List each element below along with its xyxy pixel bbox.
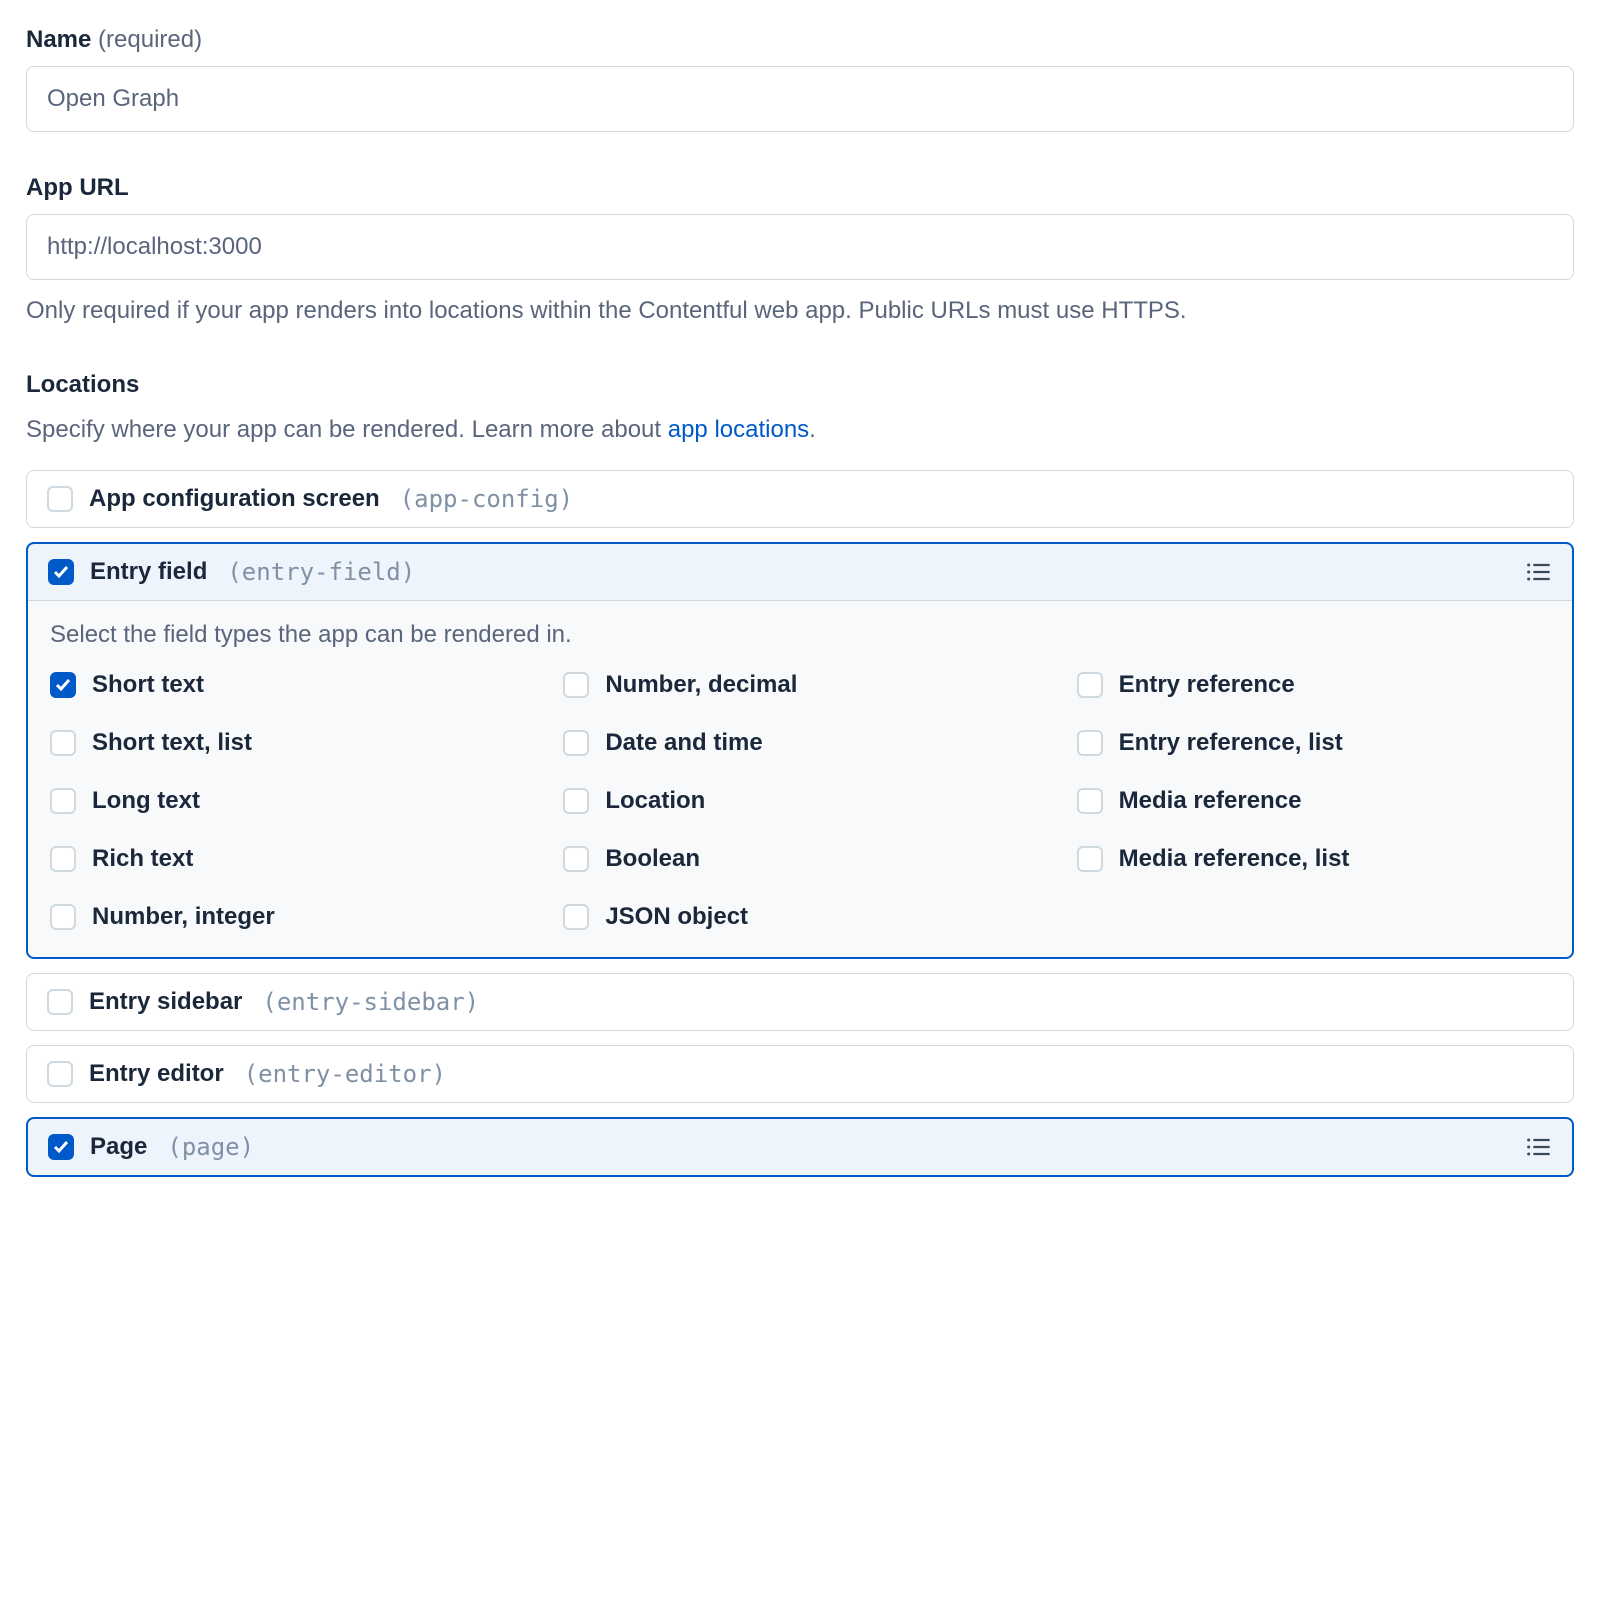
location-card-entry-sidebar: Entry sidebar (entry-sidebar)	[26, 973, 1574, 1031]
field-type-label: Number, decimal	[605, 671, 797, 699]
field-type-label: Boolean	[605, 845, 700, 873]
field-type-checkbox[interactable]	[50, 846, 76, 872]
location-id: (entry-sidebar)	[262, 988, 479, 1016]
list-icon	[1524, 558, 1552, 586]
field-option[interactable]: Entry reference, list	[1077, 729, 1550, 757]
field-option[interactable]: Boolean	[563, 845, 1036, 873]
field-type-label: JSON object	[605, 903, 748, 931]
field-types-grid: Short text Number, decimal Entry referen…	[50, 671, 1550, 931]
name-field-group: Name (required)	[26, 26, 1574, 132]
field-type-checkbox[interactable]	[50, 730, 76, 756]
location-head[interactable]: Entry field (entry-field)	[28, 544, 1572, 600]
locations-help-prefix: Specify where your app can be rendered. …	[26, 416, 668, 443]
app-locations-link[interactable]: app locations	[668, 416, 809, 443]
field-option[interactable]: Number, integer	[50, 903, 523, 931]
field-option[interactable]: Long text	[50, 787, 523, 815]
location-head[interactable]: Entry sidebar (entry-sidebar)	[27, 974, 1573, 1030]
field-types-help: Select the field types the app can be re…	[50, 621, 1550, 649]
location-id: (page)	[167, 1133, 254, 1161]
field-type-label: Rich text	[92, 845, 193, 873]
location-card-page: Page (page)	[26, 1117, 1574, 1177]
field-type-checkbox[interactable]	[50, 672, 76, 698]
location-card-entry-editor: Entry editor (entry-editor)	[26, 1045, 1574, 1103]
list-icon	[1524, 1133, 1552, 1161]
field-type-label: Date and time	[605, 729, 762, 757]
field-type-checkbox[interactable]	[563, 672, 589, 698]
location-label: Entry sidebar	[89, 988, 242, 1016]
field-option[interactable]: Short text, list	[50, 729, 523, 757]
field-type-checkbox[interactable]	[563, 846, 589, 872]
field-option[interactable]: Rich text	[50, 845, 523, 873]
field-type-label: Media reference, list	[1119, 845, 1350, 873]
field-type-checkbox[interactable]	[1077, 730, 1103, 756]
name-input[interactable]	[26, 66, 1574, 132]
check-icon	[53, 1139, 69, 1155]
field-type-label: Media reference	[1119, 787, 1302, 815]
location-id: (entry-field)	[227, 558, 415, 586]
location-checkbox-entry-sidebar[interactable]	[47, 989, 73, 1015]
field-type-checkbox[interactable]	[1077, 846, 1103, 872]
location-label: Entry editor	[89, 1060, 224, 1088]
field-option[interactable]: Date and time	[563, 729, 1036, 757]
location-card-app-config: App configuration screen (app-config)	[26, 470, 1574, 528]
field-type-label: Location	[605, 787, 705, 815]
location-head[interactable]: Page (page)	[28, 1119, 1572, 1175]
field-option[interactable]: Short text	[50, 671, 523, 699]
app-url-help: Only required if your app renders into l…	[26, 294, 1574, 329]
field-type-checkbox[interactable]	[1077, 672, 1103, 698]
check-icon	[55, 677, 71, 693]
field-option[interactable]: Entry reference	[1077, 671, 1550, 699]
field-types-panel: Select the field types the app can be re…	[28, 600, 1572, 957]
field-option[interactable]: JSON object	[563, 903, 1036, 931]
location-checkbox-app-config[interactable]	[47, 486, 73, 512]
field-type-label: Short text	[92, 671, 204, 699]
name-label-text: Name	[26, 26, 91, 53]
name-label: Name (required)	[26, 26, 1574, 54]
field-option[interactable]: Media reference, list	[1077, 845, 1550, 873]
location-label: App configuration screen	[89, 485, 380, 513]
locations-heading: Locations	[26, 371, 1574, 399]
location-head[interactable]: App configuration screen (app-config)	[27, 471, 1573, 527]
field-type-checkbox[interactable]	[563, 904, 589, 930]
app-url-label: App URL	[26, 174, 1574, 202]
field-type-checkbox[interactable]	[563, 788, 589, 814]
location-id: (app-config)	[400, 485, 573, 513]
location-id: (entry-editor)	[244, 1060, 446, 1088]
app-url-input[interactable]	[26, 214, 1574, 280]
location-head[interactable]: Entry editor (entry-editor)	[27, 1046, 1573, 1102]
locations-help-suffix: .	[809, 416, 816, 443]
location-card-entry-field: Entry field (entry-field) Select the fie…	[26, 542, 1574, 959]
location-checkbox-entry-editor[interactable]	[47, 1061, 73, 1087]
app-url-field-group: App URL Only required if your app render…	[26, 174, 1574, 329]
field-type-label: Entry reference	[1119, 671, 1295, 699]
location-label: Page	[90, 1133, 147, 1161]
location-checkbox-page[interactable]	[48, 1134, 74, 1160]
name-required-hint: (required)	[98, 26, 202, 53]
field-type-label: Short text, list	[92, 729, 252, 757]
field-type-checkbox[interactable]	[563, 730, 589, 756]
field-type-checkbox[interactable]	[50, 904, 76, 930]
check-icon	[53, 564, 69, 580]
field-type-label: Number, integer	[92, 903, 275, 931]
field-option[interactable]: Number, decimal	[563, 671, 1036, 699]
location-label: Entry field	[90, 558, 207, 586]
field-type-checkbox[interactable]	[1077, 788, 1103, 814]
locations-section: Locations Specify where your app can be …	[26, 371, 1574, 1177]
location-checkbox-entry-field[interactable]	[48, 559, 74, 585]
field-type-checkbox[interactable]	[50, 788, 76, 814]
locations-help: Specify where your app can be rendered. …	[26, 413, 1574, 448]
field-type-label: Entry reference, list	[1119, 729, 1343, 757]
field-type-label: Long text	[92, 787, 200, 815]
field-option[interactable]: Location	[563, 787, 1036, 815]
field-option[interactable]: Media reference	[1077, 787, 1550, 815]
